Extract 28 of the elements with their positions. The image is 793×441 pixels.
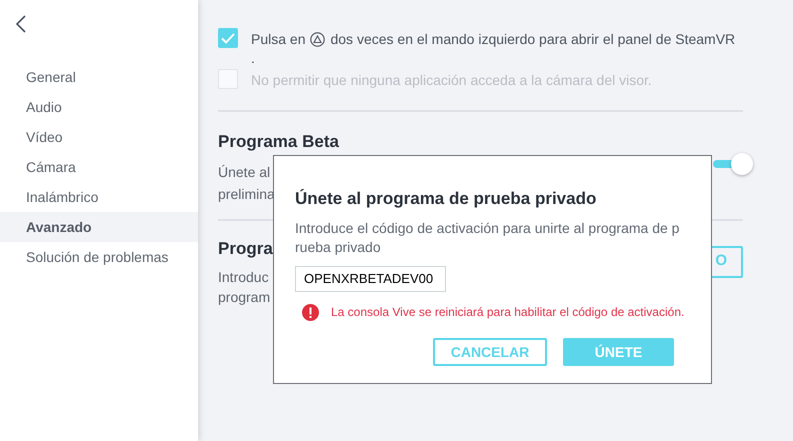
sidebar-item[interactable]: Inalámbrico [0,182,198,212]
toggle-switch[interactable] [713,153,753,175]
section-text: prelimina [218,184,275,204]
code-input-field[interactable]: OPENXRBETADEV00 [295,266,446,292]
option-label: Pulsa en [251,30,306,49]
option-label-end: . [251,50,256,66]
option-label: dos veces en el mando izquierdo para abrir el panel de SteamVR [330,30,736,49]
sidebar-item[interactable]: Avanzado [0,212,198,242]
checkbox[interactable] [218,28,238,48]
sidebar-item[interactable]: Vídeo [0,122,198,152]
sidebar-item[interactable]: General [0,62,198,92]
sidebar-item[interactable]: Audio [0,92,198,122]
alert-icon [302,304,319,320]
section-text: Únete al [218,162,270,182]
sidebar-item[interactable]: Solución de problemas [0,242,198,272]
section-text: program [218,288,270,307]
dialog-title: Únete al programa de prueba privado [295,188,598,210]
dialog-description: rueba privado [295,238,382,257]
section-text: Introduc [218,268,269,287]
dialog-description: Introduce el código de activación para unirte al programa de p [295,219,680,238]
warning-text: La consola Vive se reiniciará para habilitar el código de activación. [331,304,684,321]
back-icon [16,15,26,33]
button-glyph-icon [310,32,326,47]
check-icon [221,32,235,44]
section-title: Programa Beta [218,131,339,153]
section-title: Progra [218,238,273,260]
sidebar-item[interactable]: Cámara [0,152,198,182]
option-label: No permitir que ninguna aplicación acceda a la cámara del visor. [251,71,652,90]
